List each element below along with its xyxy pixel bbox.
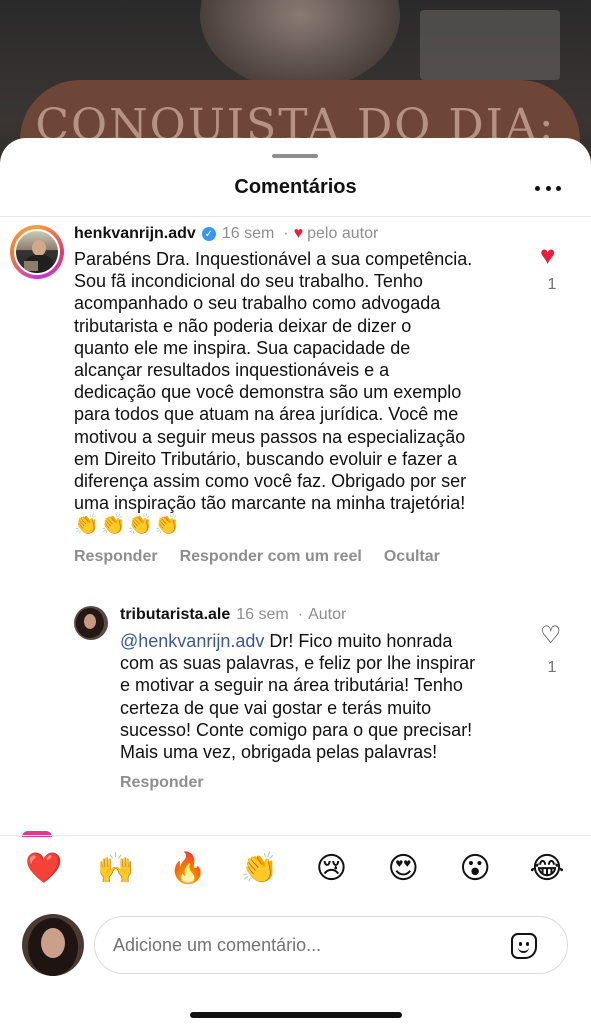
reaction-raising-hands-icon[interactable]: 🙌 — [88, 854, 144, 884]
avatar[interactable] — [14, 229, 60, 275]
comment-input[interactable] — [113, 934, 493, 956]
like-count: 1 — [547, 659, 557, 676]
next-comment-avatar-peek — [22, 831, 52, 837]
comment-actions: Responder — [120, 774, 226, 792]
reactions-divider — [0, 835, 591, 836]
comment-meta: tributarista.ale 16 sem · Autor — [120, 606, 346, 624]
author-label: Autor — [308, 606, 347, 623]
comment-text-fragment: Dr! Fico muito honrada — [264, 631, 453, 651]
username[interactable]: henkvanrijn.adv — [74, 225, 196, 243]
avatar[interactable] — [74, 606, 108, 640]
comment-actions: Responder Responder com um reel Ocultar — [74, 548, 462, 566]
comments-sheet: Comentários henkvanrijn.adv ✓ 16 sem · ♥… — [0, 138, 591, 1034]
story-photo — [200, 0, 400, 90]
comment-line: alcançar resultados inquestionáveis e a — [74, 360, 390, 381]
timestamp: 16 sem — [221, 225, 275, 242]
more-options-icon[interactable] — [535, 184, 561, 192]
comment-line: sucesso! Conte comigo para o que precisa… — [120, 719, 473, 740]
separator-dot: · — [283, 225, 289, 242]
home-indicator[interactable] — [190, 1012, 402, 1018]
comment-line: Mais uma vez, obrigada pelas palavras! — [120, 742, 438, 763]
like-count: 1 — [547, 276, 557, 293]
reaction-heart-icon[interactable]: ❤️ — [16, 854, 72, 884]
comment-line: dedicação que você demonstra são um exem… — [74, 382, 462, 403]
heart-outline-icon[interactable]: ♡ — [540, 624, 562, 648]
comment-line: @henkvanrijn.adv Dr! Fico muito honrada — [120, 630, 475, 652]
separator-dot: · — [297, 606, 304, 623]
reply-with-reel-button[interactable]: Responder com um reel — [180, 548, 362, 566]
comment-meta: henkvanrijn.adv ✓ 16 sem · ♥ pelo autor — [74, 225, 378, 243]
heart-icon[interactable]: ♥ — [540, 242, 555, 268]
comment-line: diferença assim como você faz. Obrigado … — [74, 471, 467, 492]
comment-emojis: 👏👏👏👏 — [74, 514, 182, 537]
reaction-laughing-icon[interactable]: 😂 — [519, 854, 575, 884]
reaction-heart-eyes-icon[interactable]: 😍 — [375, 854, 431, 884]
heart-icon: ♥ — [293, 225, 304, 242]
comment-text: Parabéns Dra. Inquestionável a sua compe… — [74, 248, 472, 537]
timestamp: 16 sem — [236, 606, 289, 623]
liked-by-author-label: pelo autor — [307, 225, 379, 242]
story-photo-frame — [420, 10, 560, 80]
reaction-surprised-icon[interactable]: 😮 — [447, 854, 503, 884]
comment-line: e motivar a seguir na área tributária! T… — [120, 675, 463, 696]
hide-button[interactable]: Ocultar — [384, 548, 440, 566]
comment-line: Sou fã incondicional do seu trabalho. Te… — [74, 271, 423, 292]
reply-button[interactable]: Responder — [74, 548, 158, 566]
current-user-avatar — [22, 914, 84, 976]
username[interactable]: tributarista.ale — [120, 606, 230, 624]
mention-link[interactable]: @henkvanrijn.adv — [120, 631, 264, 651]
comment-line: acompanhado o seu trabalho como advogada — [74, 293, 441, 314]
comment-line: certeza de que vai gostar e terás muito — [120, 697, 432, 718]
reaction-crying-icon[interactable]: 😢 — [303, 854, 359, 884]
comment-line: quanto ele me inspira. Sua capacidade de — [74, 337, 411, 358]
comment-line: para todos que atuam na área jurídica. V… — [74, 404, 459, 425]
reaction-fire-icon[interactable]: 🔥 — [160, 854, 216, 884]
comment-input-container[interactable] — [94, 916, 568, 974]
sheet-title: Comentários — [234, 176, 357, 198]
sheet-grabber[interactable] — [272, 154, 318, 158]
verified-badge-icon: ✓ — [201, 227, 216, 241]
header-divider — [0, 216, 591, 217]
comment-line: tributarista e não poderia deixar de diz… — [74, 315, 412, 336]
reaction-clapping-icon[interactable]: 👏 — [232, 854, 288, 884]
comment-line: com as suas palavras, e feliz por lhe in… — [120, 653, 476, 674]
reply-button[interactable]: Responder — [120, 774, 204, 792]
sticker-icon[interactable] — [511, 933, 537, 959]
comment-line: Parabéns Dra. Inquestionável a sua compe… — [74, 249, 473, 269]
comment-text: @henkvanrijn.adv Dr! Fico muito honrada … — [120, 630, 475, 763]
comment-line: em Direito Tributário, buscando evoluir … — [74, 448, 458, 469]
comment-line: motivou a seguir meus passos na especial… — [74, 426, 466, 447]
quick-reactions-bar: ❤️ 🙌 🔥 👏 😢 😍 😮 😂 — [0, 854, 591, 884]
comment-line: uma inspiração tão marcante na minha tra… — [74, 493, 466, 514]
